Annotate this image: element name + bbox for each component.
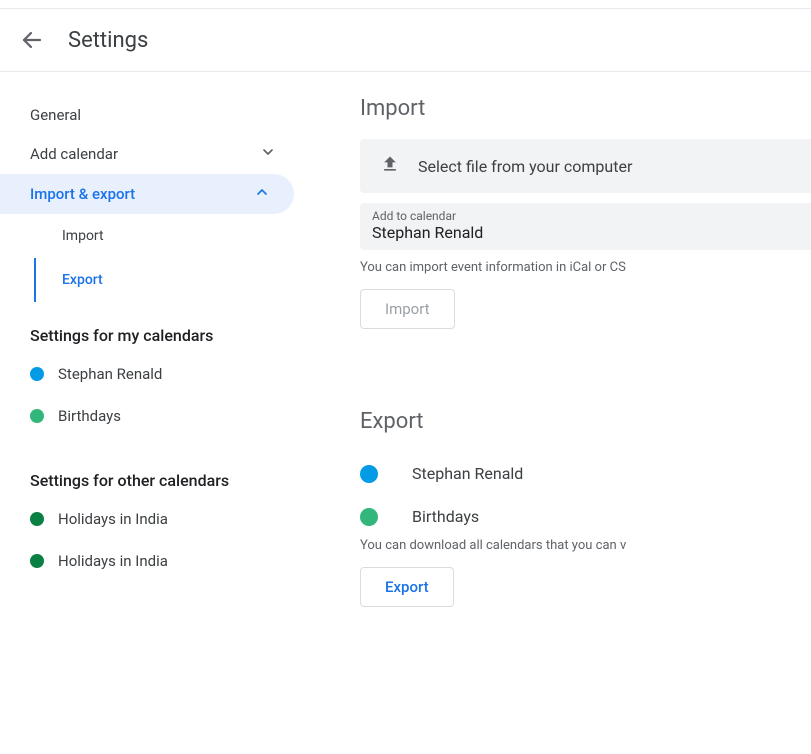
calendar-item[interactable]: Birthdays — [0, 395, 300, 437]
calendar-color-dot — [360, 465, 378, 483]
page-title: Settings — [68, 28, 148, 53]
sidebar: General Add calendar Import & export Imp… — [0, 72, 300, 631]
calendar-name: Holidays in India — [58, 552, 168, 570]
calendar-name: Stephan Renald — [58, 365, 162, 383]
import-button-label: Import — [385, 300, 430, 318]
sidebar-sublist: Import Export — [0, 214, 300, 302]
export-calendar-row: Birthdays — [360, 495, 811, 538]
select-file-label: Select file from your computer — [418, 157, 632, 176]
export-calendar-row: Stephan Renald — [360, 452, 811, 495]
import-button[interactable]: Import — [360, 289, 455, 329]
export-helper-text: You can download all calendars that you … — [360, 538, 811, 553]
export-button-label: Export — [385, 578, 429, 596]
sidebar-item-label: Add calendar — [30, 145, 118, 163]
calendar-name: Birthdays — [58, 407, 121, 425]
settings-header: Settings — [0, 8, 811, 72]
export-section: Export Stephan Renald Birthdays You can … — [360, 409, 811, 607]
calendar-item[interactable]: Stephan Renald — [0, 353, 300, 395]
sidebar-item-label: General — [30, 106, 81, 124]
sidebar-subitem-export[interactable]: Export — [34, 258, 300, 302]
calendar-name: Holidays in India — [58, 510, 168, 528]
sidebar-item-general[interactable]: General — [0, 96, 300, 134]
add-to-calendar-select[interactable]: Add to calendar Stephan Renald — [360, 203, 811, 250]
sidebar-subitem-label: Export — [62, 272, 103, 288]
add-to-calendar-label: Add to calendar — [372, 209, 799, 223]
sidebar-item-import-export[interactable]: Import & export — [0, 174, 294, 214]
chevron-down-icon — [260, 144, 276, 164]
calendar-item[interactable]: Holidays in India — [0, 498, 300, 540]
export-button[interactable]: Export — [360, 567, 454, 607]
back-arrow-icon[interactable] — [20, 28, 44, 52]
calendar-color-dot — [30, 512, 44, 526]
calendar-color-dot — [30, 409, 44, 423]
calendar-color-dot — [30, 367, 44, 381]
sidebar-item-label: Import & export — [30, 185, 135, 203]
sidebar-subitem-import[interactable]: Import — [34, 214, 300, 258]
select-file-button[interactable]: Select file from your computer — [360, 139, 811, 193]
calendar-color-dot — [30, 554, 44, 568]
section-header-other-calendars: Settings for other calendars — [0, 437, 300, 498]
import-section-title: Import — [360, 96, 811, 121]
import-helper-text: You can import event information in iCal… — [360, 260, 811, 275]
add-to-calendar-value: Stephan Renald — [372, 223, 799, 242]
upload-icon — [380, 154, 400, 178]
sidebar-subitem-label: Import — [62, 228, 104, 244]
calendar-item[interactable]: Holidays in India — [0, 540, 300, 582]
calendar-color-dot — [360, 508, 378, 526]
export-calendar-name: Stephan Renald — [412, 464, 523, 483]
sidebar-item-add-calendar[interactable]: Add calendar — [0, 134, 300, 174]
main-content: Import Select file from your computer Ad… — [300, 72, 811, 631]
export-section-title: Export — [360, 409, 811, 434]
chevron-up-icon — [254, 184, 270, 204]
export-calendar-name: Birthdays — [412, 507, 479, 526]
section-header-my-calendars: Settings for my calendars — [0, 302, 300, 353]
